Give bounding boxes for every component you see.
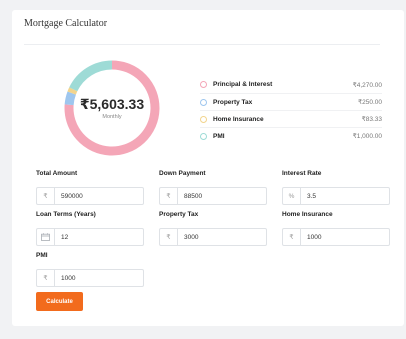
property-tax-input[interactable] [178,233,266,241]
monthly-payment-amount: ₹5,603.33 [79,96,145,112]
legend-value: ₹250.00 [357,99,382,106]
loan-terms-input[interactable] [55,233,143,241]
calendar-icon [37,229,55,245]
pmi-group: PMI ₹ [36,252,144,287]
legend-label: Principal & Interest [213,81,273,88]
home-insurance-group: Home Insurance ₹ [282,211,390,246]
legend-value: ₹83.33 [361,116,382,123]
legend-value: ₹4,270.00 [352,81,382,89]
legend-label: Property Tax [213,98,253,106]
total-amount-field: ₹ [36,187,144,205]
home-insurance-field: ₹ [282,228,390,246]
donut-segment-pmi [69,60,113,92]
down-payment-input[interactable] [178,192,266,200]
total-amount-label: Total Amount [36,170,78,177]
home-insurance-label: Home Insurance [282,211,333,218]
total-amount-input[interactable] [55,192,143,200]
loan-terms-field [36,228,144,246]
rupee-icon: ₹ [160,229,178,245]
legend-dot [200,132,207,140]
down-payment-field: ₹ [159,187,267,205]
percent-icon: % [283,188,301,204]
legend-row-property-tax: Property Tax ₹250.00 [200,93,382,110]
calculate-button[interactable]: Calculate [36,292,83,311]
interest-rate-field: % [282,187,390,205]
legend-dot [200,98,207,106]
property-tax-field: ₹ [159,228,267,246]
donut-segment-home-insurance [67,87,78,95]
loan-terms-label: Loan Terms (Years) [36,211,96,218]
title-divider [24,44,380,45]
rupee-icon: ₹ [37,270,55,286]
interest-rate-group: Interest Rate % [282,170,390,205]
legend-dot [200,81,207,88]
legend-label: Home Insurance [213,115,264,123]
page-title: Mortgage Calculator [24,18,108,29]
legend-value: ₹1,000.00 [352,133,382,140]
calendar-icon-glyph [41,233,50,241]
interest-rate-label: Interest Rate [282,170,322,177]
total-amount-group: Total Amount ₹ [36,170,144,205]
pmi-input[interactable] [55,274,143,282]
down-payment-group: Down Payment ₹ [159,170,267,205]
down-payment-label: Down Payment [159,170,206,177]
home-insurance-input[interactable] [301,233,389,241]
loan-terms-group: Loan Terms (Years) [36,211,144,246]
rupee-icon: ₹ [37,188,55,204]
legend-row-home-insurance: Home Insurance ₹83.33 [200,110,382,127]
pmi-field: ₹ [36,269,144,287]
property-tax-group: Property Tax ₹ [159,211,267,246]
legend-row-principal-interest: Principal & Interest ₹4,270.00 [200,76,382,93]
pmi-label: PMI [36,252,48,259]
rupee-icon: ₹ [160,188,178,204]
monthly-label: Monthly [102,114,122,120]
legend-dot [200,115,207,123]
property-tax-label: Property Tax [159,211,199,218]
legend-row-pmi: PMI ₹1,000.00 [200,127,382,144]
breakdown-legend: Principal & Interest ₹4,270.00 Property … [200,76,382,144]
rupee-icon: ₹ [283,229,301,245]
legend-label: PMI [213,132,225,140]
interest-rate-input[interactable] [301,192,389,200]
